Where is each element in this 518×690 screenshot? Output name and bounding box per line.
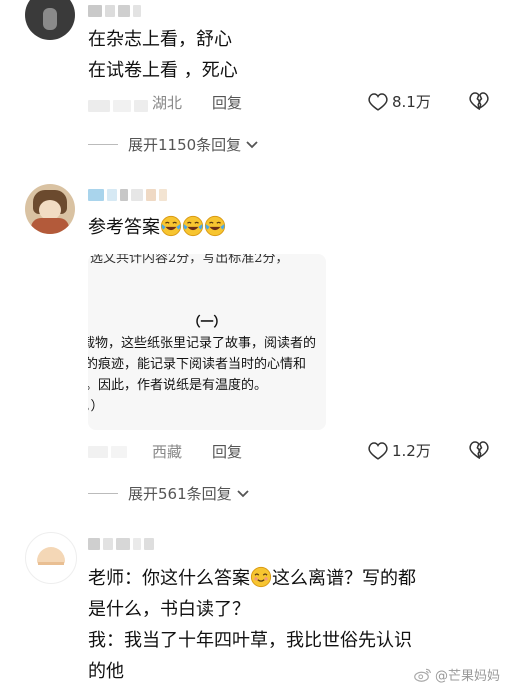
broken-heart-button[interactable] [469, 91, 489, 114]
reply-button[interactable]: 回复 [212, 92, 242, 113]
image-text-top: 选文共计内容2分，写出标准2分， [90, 254, 289, 266]
weibo-logo-icon [414, 668, 432, 682]
comment-image[interactable]: 选文共计内容2分，写出标准2分， （一） 载物，这些纸张里记录了故事，阅读者的 … [88, 254, 326, 430]
divider-line [88, 493, 118, 494]
image-text-line: 载物，这些纸张里记录了故事，阅读者的 [88, 336, 317, 351]
image-text-heading: （一） [187, 315, 227, 330]
like-count: 8.1万 [392, 93, 431, 111]
time-blurred [88, 97, 151, 112]
username-blurred[interactable] [88, 2, 144, 17]
username-blurred[interactable] [88, 535, 157, 550]
image-text-line: 。因此，作者说纸是有温度的。 [88, 378, 268, 393]
chevron-down-icon [246, 140, 258, 148]
laughing-tears-emoji [160, 215, 182, 237]
heart-icon [368, 442, 388, 460]
like-button[interactable]: 8.1万 [368, 91, 431, 112]
expand-replies-label: 展开561条回复 [128, 485, 232, 503]
chevron-down-icon [237, 489, 249, 497]
location-label: 湖北 [152, 94, 183, 112]
broken-heart-icon [469, 92, 489, 111]
comment-text: 在杂志上看，舒心 在试卷上看 ，死心 [88, 29, 238, 81]
expand-replies-button[interactable]: 展开561条回复 [88, 483, 250, 504]
username-blurred[interactable] [88, 186, 170, 201]
location-label: 西藏 [152, 443, 183, 461]
broken-heart-icon [469, 441, 489, 460]
image-text-line: 。） [88, 399, 104, 414]
laughing-tears-emoji [182, 215, 204, 237]
smiling-face-emoji [250, 566, 272, 588]
like-count: 1.2万 [392, 442, 431, 460]
comment-text: 老师：你这什么答案 这么离谱？写的都 是什么，书白读了？ 我：我当了十年四叶草，… [88, 566, 416, 682]
expand-replies-button[interactable]: 展开1150条回复 [88, 134, 259, 155]
avatar[interactable] [25, 532, 77, 584]
watermark: @芒果妈妈 [414, 665, 500, 684]
comment-text: 参考答案 [88, 212, 226, 243]
avatar[interactable] [25, 184, 75, 234]
like-button[interactable]: 1.2万 [368, 440, 431, 461]
heart-icon [368, 93, 388, 111]
avatar[interactable] [25, 0, 75, 40]
laughing-tears-emoji [204, 215, 226, 237]
image-text-line: 的痕迹，能记录下阅读者当时的心情和 [88, 357, 307, 372]
broken-heart-button[interactable] [469, 440, 489, 463]
time-blurred [88, 443, 130, 458]
expand-replies-label: 展开1150条回复 [128, 136, 242, 154]
reply-button[interactable]: 回复 [212, 441, 242, 462]
divider-line [88, 144, 118, 145]
